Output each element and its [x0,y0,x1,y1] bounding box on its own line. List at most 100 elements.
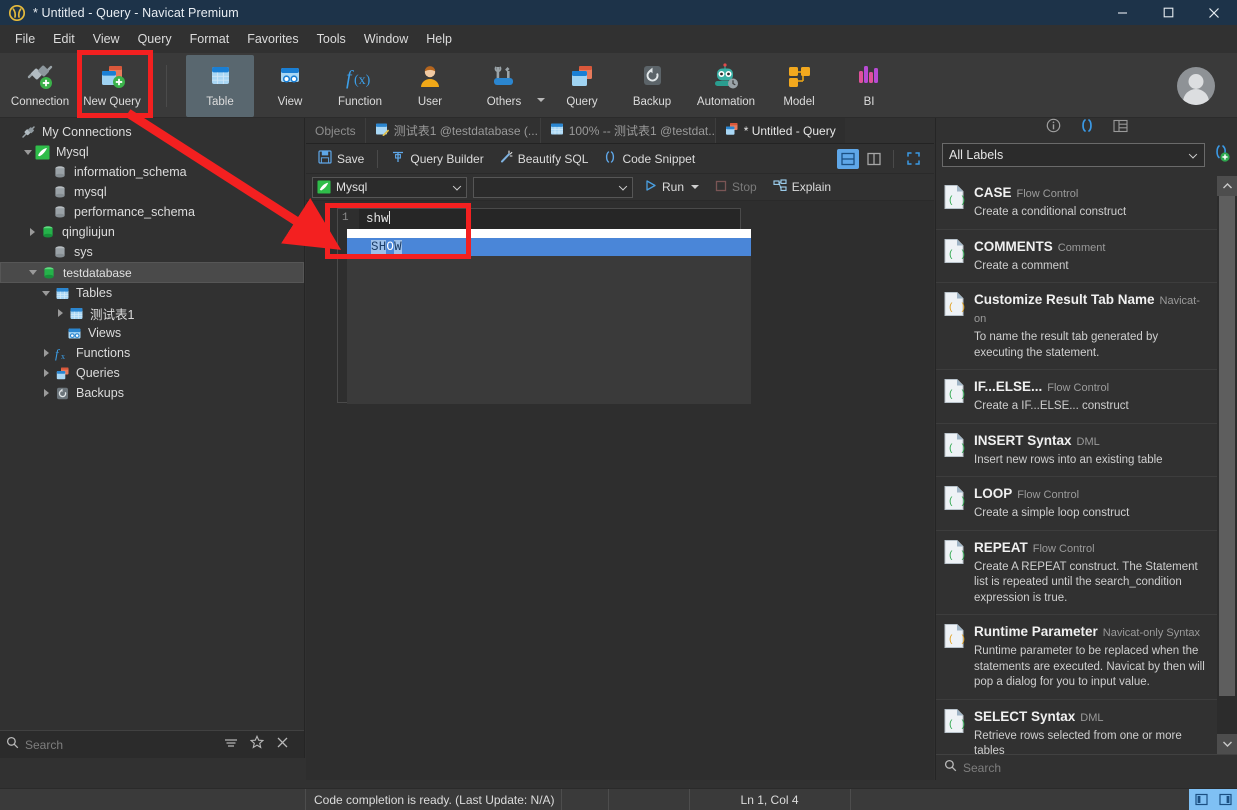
tree-item-performance-schema[interactable]: performance_schema [0,202,304,222]
show-left-pane-button[interactable] [1189,788,1213,810]
menu-tools[interactable]: Tools [308,28,355,50]
sort-icon[interactable] [224,736,238,754]
fullscreen-button[interactable] [902,149,924,169]
snippet-search-bar[interactable]: Search [936,754,1237,780]
list-item[interactable]: ( ) LOOP Flow Control Create a simple loo… [936,477,1218,531]
snippet-title: Runtime Parameter [974,624,1098,640]
list-item[interactable]: ( ) COMMENTS Comment Create a comment [936,230,1218,284]
toolbar-user[interactable]: User [396,55,464,117]
tree-arrow-closed[interactable] [54,307,66,319]
tree-arrow-open[interactable] [22,146,34,158]
toolbar-backup[interactable]: Backup [618,55,686,117]
db-green-icon [41,265,57,281]
tree-arrow-closed[interactable] [40,367,52,379]
menu-favorites[interactable]: Favorites [238,28,307,50]
connection-select[interactable]: Mysql [312,176,467,198]
tree-item-queries[interactable]: Queries [0,363,304,383]
tab-table-design[interactable]: 测试表1 @testdatabase (... [366,118,541,143]
tree-item-qingliujun[interactable]: qingliujun [0,222,304,242]
list-item[interactable]: ( ) IF...ELSE... Flow Control Create a IF… [936,370,1218,424]
editor-code-line[interactable]: shw [359,209,740,229]
minimize-button[interactable] [1099,0,1145,25]
autocomplete-item-show[interactable]: SHOW [347,238,751,256]
toolbar-table[interactable]: Table [186,55,254,117]
tree-item-backups[interactable]: Backups [0,383,304,403]
menu-edit[interactable]: Edit [44,28,84,50]
menu-format[interactable]: Format [181,28,239,50]
scroll-up-button[interactable] [1217,176,1237,196]
autocomplete-popup[interactable]: SHOW [347,229,751,256]
collapse-icon[interactable] [276,736,289,754]
tab-objects[interactable]: Objects [306,118,366,143]
code-snippet-button[interactable]: Code Snippet [597,147,701,170]
toolbar-connection[interactable]: Connection [6,55,74,117]
split-vertical-button[interactable] [863,149,885,169]
add-snippet-icon[interactable] [1211,143,1231,168]
maximize-button[interactable] [1145,0,1191,25]
explain-button[interactable]: Explain [768,177,836,198]
save-button[interactable]: Save [312,147,370,170]
snippet-scrollbar[interactable] [1217,176,1237,754]
menu-file[interactable]: File [6,28,44,50]
toolbar-new-query[interactable]: New Query [78,55,146,117]
toolbar-bi[interactable]: BI [835,55,903,117]
structure-icon[interactable] [1112,119,1128,138]
tree-item-mysql-db[interactable]: mysql [0,182,304,202]
toolbar-view[interactable]: View [256,55,324,117]
list-item[interactable]: ( ) Runtime Parameter Navicat-only Syntax… [936,615,1218,700]
menu-help[interactable]: Help [417,28,461,50]
tree-arrow-open[interactable] [40,287,52,299]
tree-item-functions[interactable]: f x Functions [0,343,304,363]
tree-item-my-connections[interactable]: My Connections [0,122,304,142]
run-dropdown-caret-icon[interactable] [691,185,700,189]
tree-item-views[interactable]: Views [0,323,304,343]
snippet-list[interactable]: ( ) CASE Flow Control Create a conditiona… [936,176,1218,754]
split-horizontal-button[interactable] [837,148,859,169]
toolbar-function[interactable]: f (x) Function [326,55,394,117]
menu-window[interactable]: Window [355,28,417,50]
views-icon [66,325,82,341]
user-avatar[interactable] [1177,67,1215,105]
list-item[interactable]: ( ) Customize Result Tab Name Navicat-on … [936,283,1218,371]
toolbar-query[interactable]: Query [548,55,616,117]
code-snippet-icon[interactable] [1079,118,1095,138]
list-item[interactable]: ( ) SELECT Syntax DML Retrieve rows selec… [936,700,1218,754]
list-item[interactable]: ( ) CASE Flow Control Create a conditiona… [936,176,1218,230]
info-icon[interactable] [1046,118,1061,138]
tab-table-data[interactable]: 100% -- 测试表1 @testdat... [541,118,716,143]
snippet-category: DML [1076,435,1100,448]
tree-item-mysql-connection[interactable]: Mysql [0,142,304,162]
sql-editor-area[interactable]: 1 shw SHOW [306,201,934,780]
tree-item-tables[interactable]: Tables [0,283,304,303]
show-right-pane-button[interactable] [1213,788,1237,810]
others-dropdown-caret-icon[interactable] [537,98,545,102]
sql-editor[interactable]: 1 shw SHOW [337,208,751,404]
tree-item-testdatabase[interactable]: testdatabase [0,262,304,283]
toolbar-others[interactable]: Others [470,55,538,117]
toolbar-automation[interactable]: Automation [688,55,764,117]
tree-item-table-ceshibiao1[interactable]: 测试表1 [0,303,304,323]
label-filter-select[interactable]: All Labels [942,143,1205,167]
toolbar-model[interactable]: Model [765,55,833,117]
menu-view[interactable]: View [84,28,129,50]
tab-untitled-query[interactable]: * Untitled - Query [715,118,845,143]
tree-arrow-closed[interactable] [40,387,52,399]
tree-item-sys[interactable]: sys [0,242,304,262]
run-button[interactable]: Run [639,177,704,197]
tree-item-information-schema[interactable]: information_schema [0,162,304,182]
list-item[interactable]: ( ) INSERT Syntax DML Insert new rows int… [936,424,1218,478]
close-button[interactable] [1191,0,1237,25]
sidebar-search-bar[interactable]: Search [0,730,304,758]
scroll-down-button[interactable] [1217,734,1237,754]
query-toolbar: Save Query Builder Beautify SQL Code Sni… [306,144,934,174]
beautify-sql-button[interactable]: Beautify SQL [493,147,595,170]
database-select[interactable] [473,176,633,198]
tree-arrow-open[interactable] [27,267,39,279]
scrollbar-thumb[interactable] [1219,196,1235,696]
tree-arrow-closed[interactable] [26,226,38,238]
query-builder-button[interactable]: Query Builder [385,147,489,170]
tree-arrow-closed[interactable] [40,347,52,359]
star-icon[interactable] [249,734,265,754]
list-item[interactable]: ( ) REPEAT Flow Control Create A REPEAT c… [936,531,1218,616]
menu-query[interactable]: Query [129,28,181,50]
